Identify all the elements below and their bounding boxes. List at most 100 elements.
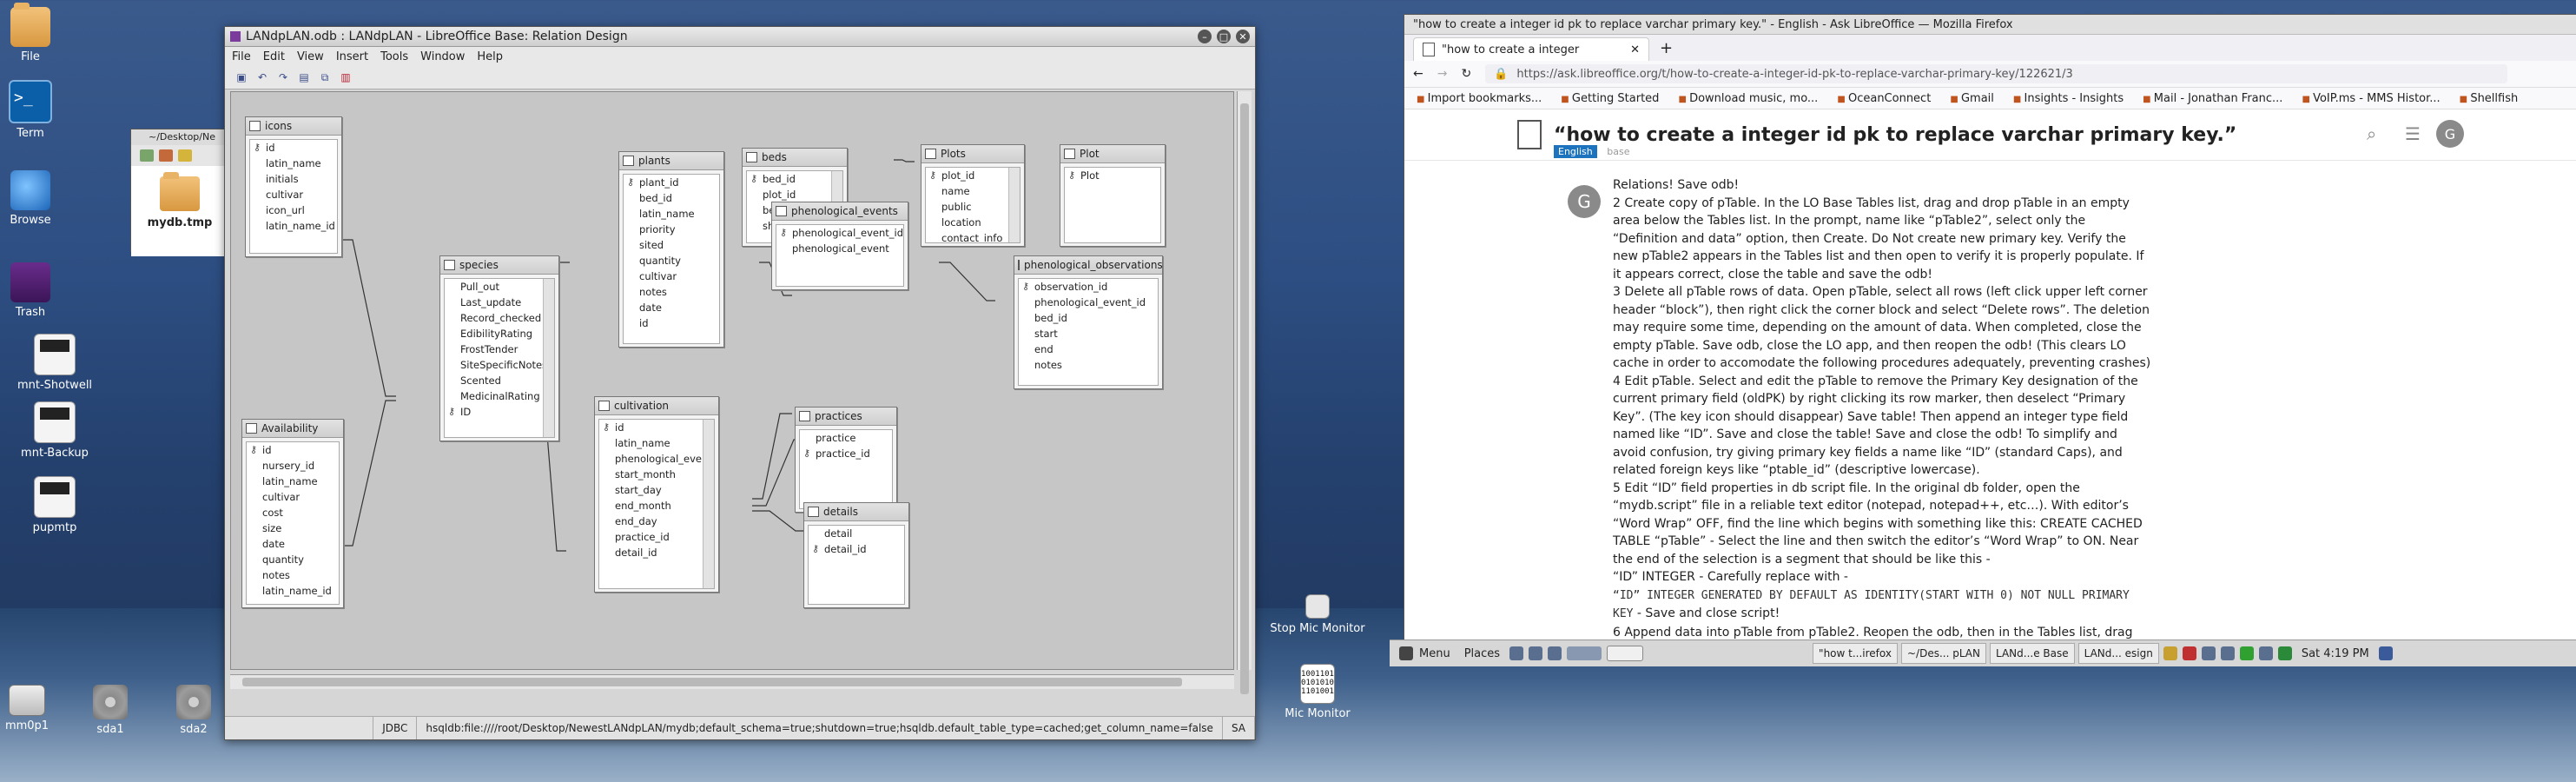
table-header[interactable]: practices xyxy=(796,408,896,426)
taskbar-menu[interactable]: Menu xyxy=(1390,640,1457,666)
table-field[interactable]: SiteSpecificNotes xyxy=(445,357,547,373)
table-field[interactable]: id xyxy=(624,315,719,331)
tab-ask-libreoffice[interactable]: "how to create a integer ✕ xyxy=(1413,37,1649,61)
desktop-icon-browse[interactable]: Browse xyxy=(0,170,78,227)
taskbar-task[interactable]: LANd...e Base xyxy=(1989,643,2075,664)
table-field[interactable]: size xyxy=(247,520,339,536)
tab-close-icon[interactable]: ✕ xyxy=(1630,43,1640,56)
field-list[interactable]: idnursery_idlatin_namecultivarcostsizeda… xyxy=(246,441,340,605)
tag-base[interactable]: base xyxy=(1607,146,1629,157)
table-field[interactable]: detail xyxy=(809,526,904,541)
table-species[interactable]: species Pull_out Last_update Record_checked… xyxy=(439,255,559,441)
field-list[interactable]: detaildetail_id xyxy=(808,525,905,605)
table-field[interactable]: sited xyxy=(624,237,719,253)
desktop-icon-mnt-backup[interactable]: mnt-Backup xyxy=(7,401,102,460)
table-field[interactable]: Record_checked xyxy=(445,310,542,326)
table-field[interactable]: contact_info xyxy=(926,230,1007,242)
table-field[interactable]: cultivar xyxy=(247,489,339,505)
table-field[interactable]: plot_id xyxy=(747,187,830,202)
table-field[interactable]: cultivar xyxy=(624,268,719,284)
table-field[interactable]: public xyxy=(926,199,1007,215)
table-field[interactable]: nursery_id xyxy=(247,458,339,474)
primary-key-field[interactable]: practice_id xyxy=(800,446,892,461)
table-header[interactable]: cultivation xyxy=(595,397,718,415)
url-bar[interactable]: 🔒 https://ask.libreoffice.org/t/how-to-c… xyxy=(1485,64,2507,83)
table-field[interactable]: start_day xyxy=(599,482,702,498)
field-list[interactable]: plot_idnamepubliclocationcontact_info xyxy=(925,167,1020,243)
table-details[interactable]: details detaildetail_id xyxy=(803,502,909,608)
table-header[interactable]: species xyxy=(440,256,558,275)
tray-icon[interactable] xyxy=(2163,646,2177,660)
table-field[interactable]: latin_name_id xyxy=(250,218,337,234)
table-plots[interactable]: Plots plot_idnamepubliclocationcontact_in… xyxy=(921,144,1025,247)
firefox-window[interactable]: "how to create a integer id pk to replac… xyxy=(1404,14,2576,641)
volume-icon[interactable] xyxy=(2258,646,2273,660)
table-field[interactable]: quantity xyxy=(624,253,719,268)
primary-key-field[interactable]: id xyxy=(250,140,337,156)
bookmark-item[interactable]: Shellfish xyxy=(2460,92,2518,105)
table-plot[interactable]: Plot Plot xyxy=(1060,144,1166,247)
table-field[interactable]: end_day xyxy=(599,514,702,529)
table-field[interactable]: latin_name xyxy=(247,474,339,489)
tray-icon[interactable] xyxy=(2182,646,2196,660)
taskbar-task[interactable]: LANd... esign xyxy=(2077,643,2159,664)
table-field[interactable]: priority xyxy=(624,222,719,237)
table-field[interactable]: bed_id xyxy=(624,190,719,206)
primary-key-field[interactable]: Plot xyxy=(1065,168,1160,183)
show-desktop-icon[interactable] xyxy=(2378,646,2393,660)
menu-insert[interactable]: Insert xyxy=(336,50,368,63)
workspace-1-icon[interactable] xyxy=(1567,646,1602,660)
tag-english[interactable]: English xyxy=(1554,145,1597,158)
tray-icon[interactable] xyxy=(2220,646,2235,660)
table-plants[interactable]: plants plant_idbed_idlatin_nameprioritysi… xyxy=(618,151,724,348)
menu-help[interactable]: Help xyxy=(477,50,503,63)
libreoffice-relation-design-window[interactable]: LANdpLAN.odb : LANdpLAN - LibreOffice Ba… xyxy=(224,26,1256,740)
taskbar-clock[interactable]: Sat 4:19 PM xyxy=(2295,640,2376,666)
table-field[interactable]: Last_update xyxy=(445,295,542,310)
table-field[interactable]: practice xyxy=(800,430,892,446)
quicklaunch-icon[interactable] xyxy=(1509,646,1524,660)
table-header[interactable]: phenological_observations xyxy=(1014,256,1163,275)
table-field[interactable]: cost xyxy=(247,505,339,520)
table-field[interactable]: practice_id xyxy=(599,529,702,545)
menu-view[interactable]: View xyxy=(297,50,324,63)
menu-edit[interactable]: Edit xyxy=(263,50,285,63)
table-field[interactable]: location xyxy=(926,215,1007,230)
table-field[interactable]: name xyxy=(926,183,1007,199)
reload-icon[interactable]: ↻ xyxy=(1461,67,1471,81)
redo-icon[interactable]: ↷ xyxy=(275,70,291,85)
table-field[interactable]: start_month xyxy=(599,467,702,482)
menu-tools[interactable]: Tools xyxy=(380,50,408,63)
field-list[interactable]: idlatin_nameinitialscultivaricon_urllati… xyxy=(249,139,338,254)
table-field[interactable]: detail_id xyxy=(599,545,702,560)
table-field[interactable]: EdibilityRating xyxy=(445,326,542,341)
search-icon[interactable]: ⌕ xyxy=(2367,123,2376,144)
table-field[interactable]: date xyxy=(624,300,719,315)
workspace-2-icon[interactable] xyxy=(1607,646,1644,661)
minimize-icon[interactable]: – xyxy=(1198,30,1212,43)
taskbar-task[interactable]: "how t...irefox xyxy=(1813,643,1898,664)
network-icon[interactable] xyxy=(2239,646,2254,660)
table-field[interactable]: bed_id xyxy=(1019,310,1158,326)
file-item-mydb[interactable]: mydb.tmp xyxy=(148,216,213,229)
desktop-icon-term[interactable]: Term xyxy=(0,80,78,140)
desktop-icon-file[interactable]: File xyxy=(0,3,78,63)
field-list[interactable]: observation_idphenological_event_idbed_i… xyxy=(1018,278,1159,386)
mic-monitor-icon[interactable]: 1001101 0101010 1101001 Mic Monitor xyxy=(1270,664,1365,720)
bookmark-item[interactable]: Import bookmarks... xyxy=(1417,92,1542,105)
file-manager-window[interactable]: ~/Desktop/Ne mydb.tmp xyxy=(130,129,229,256)
field-list[interactable]: plant_idbed_idlatin_nameprioritysitedqua… xyxy=(623,174,720,344)
table-field[interactable]: latin_name_id xyxy=(247,583,339,599)
desktop-icon-pupmtp[interactable]: pupmtp xyxy=(7,476,102,534)
table-phen-events[interactable]: phenological_events phenological_event_id… xyxy=(771,202,908,290)
bookmark-item[interactable]: OceanConnect xyxy=(1837,92,1931,105)
table-field[interactable]: end xyxy=(1019,341,1158,357)
table-header[interactable]: plants xyxy=(619,152,723,170)
back-icon[interactable]: ← xyxy=(1413,67,1423,81)
table-field[interactable]: notes xyxy=(624,284,719,300)
hamburger-menu-icon[interactable]: ☰ xyxy=(2405,123,2421,144)
field-list[interactable]: phenological_event_idphenological_event xyxy=(776,224,904,287)
taskbar-places[interactable]: Places xyxy=(1457,640,1507,666)
primary-key-field[interactable]: plot_id xyxy=(926,168,1007,183)
home-icon[interactable] xyxy=(159,149,173,162)
